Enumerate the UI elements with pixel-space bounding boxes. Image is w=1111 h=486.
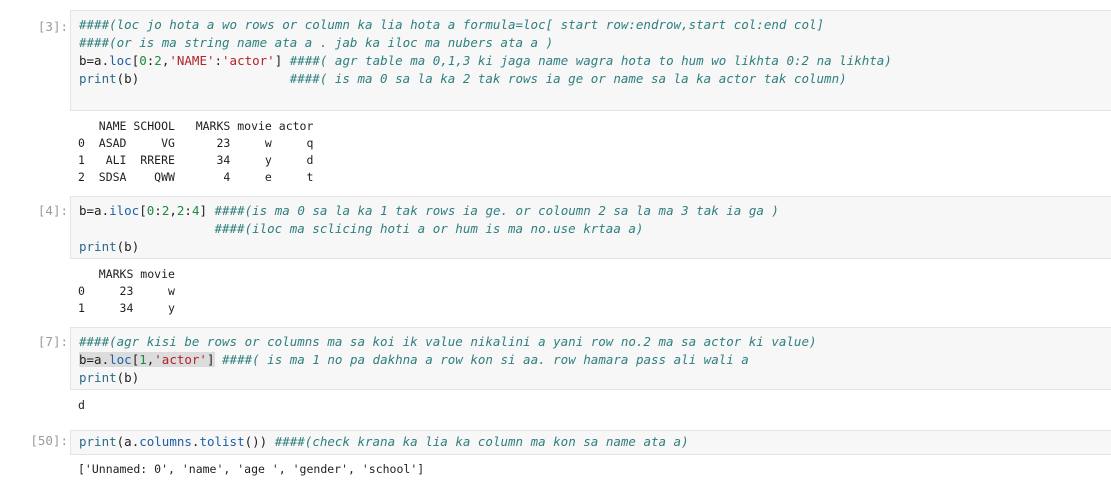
code-input[interactable]: ####(loc jo hota a wo rows or column ka … — [70, 10, 1111, 111]
code-line: ####(or is ma string name ata a . jab ka… — [79, 35, 554, 50]
code-cell-3[interactable]: [3]: ####(loc jo hota a wo rows or colum… — [0, 10, 1111, 200]
code-line: ####(iloc ma sclicing hoti a or hum is m… — [214, 221, 644, 236]
code-line: ####(loc jo hota a wo rows or column ka … — [79, 17, 825, 32]
cell-prompt: [3]: — [37, 19, 68, 34]
cell-prompt: [50]: — [30, 433, 68, 448]
code-line: print(b) — [79, 239, 140, 254]
code-input[interactable]: print(a.columns.tolist()) ####(check kra… — [70, 430, 1111, 455]
code-line: print(b) — [79, 370, 140, 385]
code-line: ####(agr kisi be rows or columns ma sa k… — [79, 334, 817, 349]
cell-prompt: [7]: — [37, 334, 68, 349]
code-line: print(b) ####( is ma 0 sa la ka 2 tak ro… — [79, 71, 847, 86]
cell-output: MARKS movie 0 23 w 1 34 y — [78, 267, 175, 315]
code-line: b=a.loc[1,'actor'] ####( is ma 1 no pa d… — [79, 352, 749, 367]
code-line: print(a.columns.tolist()) ####(check kra… — [79, 434, 689, 449]
cell-output: d — [78, 398, 85, 412]
cell-prompt: [4]: — [37, 203, 68, 218]
cell-output: ['Unnamed: 0', 'name', 'age ', 'gender',… — [78, 462, 425, 476]
code-cell-7[interactable]: [7]: ####(agr kisi be rows or columns ma… — [0, 327, 1111, 423]
cell-output: NAME SCHOOL MARKS movie actor 0 ASAD VG … — [78, 119, 314, 184]
code-input[interactable]: b=a.iloc[0:2,2:4] ####(is ma 0 sa la ka … — [70, 196, 1111, 259]
code-line: b=a.loc[0:2,'NAME':'actor'] ####( agr ta… — [79, 53, 892, 68]
code-input[interactable]: ####(agr kisi be rows or columns ma sa k… — [70, 327, 1111, 390]
code-cell-4[interactable]: [4]: b=a.iloc[0:2,2:4] ####(is ma 0 sa l… — [0, 196, 1111, 322]
code-line: b=a.iloc[0:2,2:4] ####(is ma 0 sa la ka … — [79, 203, 779, 218]
code-cell-50[interactable]: [50]: print(a.columns.tolist()) ####(che… — [0, 430, 1111, 486]
